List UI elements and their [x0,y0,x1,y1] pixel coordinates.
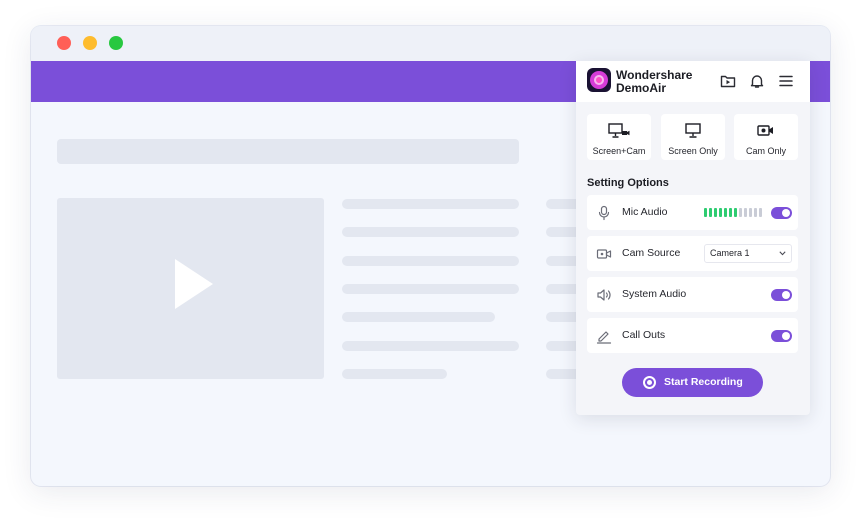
start-recording-button[interactable]: Start Recording [622,368,763,397]
system-audio-toggle[interactable] [771,289,792,301]
start-recording-label: Start Recording [664,376,743,388]
mic-level-bar [759,208,762,217]
monitor-icon [685,123,701,138]
pen-icon [596,331,612,344]
title-bar [31,26,830,61]
setting-row-call-outs: Call Outs [587,318,798,353]
mic-level-bar [724,208,727,217]
menu-icon[interactable] [777,72,795,90]
mic-level-bar [744,208,747,217]
brand-line-2: DemoAir [616,81,667,95]
brand-name: Wondershare DemoAir [616,69,692,95]
setting-options-title: Setting Options [587,177,669,189]
cam-source-value: Camera 1 [710,248,750,258]
minimize-window-button[interactable] [83,36,97,50]
mode-label: Screen Only [668,146,718,156]
mode-screen-only-button[interactable]: Screen Only [661,114,725,160]
placeholder-text-line [342,369,447,379]
system-audio-label: System Audio [622,288,687,300]
placeholder-text-line [342,284,519,294]
microphone-icon [598,205,610,221]
cam-source-label: Cam Source [622,247,681,259]
mic-level-bar [709,208,712,217]
mic-level-bar [734,208,737,217]
placeholder-title [57,139,519,164]
speaker-icon [597,289,611,301]
record-icon [643,376,656,389]
placeholder-text-line [342,199,519,209]
mode-label: Screen+Cam [592,146,646,156]
maximize-window-button[interactable] [109,36,123,50]
mic-level-bar [739,208,742,217]
setting-row-cam-source: Cam Source Camera 1 [587,236,798,271]
play-icon[interactable] [175,259,213,309]
cam-source-select[interactable]: Camera 1 [704,244,792,263]
panel-header: Wondershare DemoAir [576,61,810,102]
mode-cam-only-button[interactable]: Cam Only [734,114,798,160]
mic-audio-toggle[interactable] [771,207,792,219]
setting-row-mic-audio: Mic Audio [587,195,798,230]
video-camera-icon [596,249,612,259]
demoair-logo [587,68,611,92]
bell-icon[interactable] [748,72,766,90]
close-window-button[interactable] [57,36,71,50]
camera-icon [757,125,773,136]
mic-level-bar [714,208,717,217]
call-outs-toggle[interactable] [771,330,792,342]
placeholder-text-line [342,227,519,237]
setting-row-system-audio: System Audio [587,277,798,312]
mic-audio-label: Mic Audio [622,206,668,218]
placeholder-text-line [342,341,519,351]
video-folder-icon[interactable] [719,72,737,90]
call-outs-label: Call Outs [622,329,666,341]
mode-screen-cam-button[interactable]: Screen+Cam [587,114,651,160]
placeholder-text-line [342,312,495,322]
mic-level-bar [729,208,732,217]
mode-label: Cam Only [745,146,786,156]
mic-level-bar [754,208,757,217]
demoair-popup-panel: Wondershare DemoAir Screen+Cam Screen On… [576,61,810,415]
mic-level-meter [704,208,764,217]
placeholder-text-line [342,256,519,266]
screen-cam-icon [608,123,630,138]
mic-level-bar [704,208,707,217]
chevron-down-icon [779,251,786,256]
mic-level-bar [719,208,722,217]
mic-level-bar [749,208,752,217]
